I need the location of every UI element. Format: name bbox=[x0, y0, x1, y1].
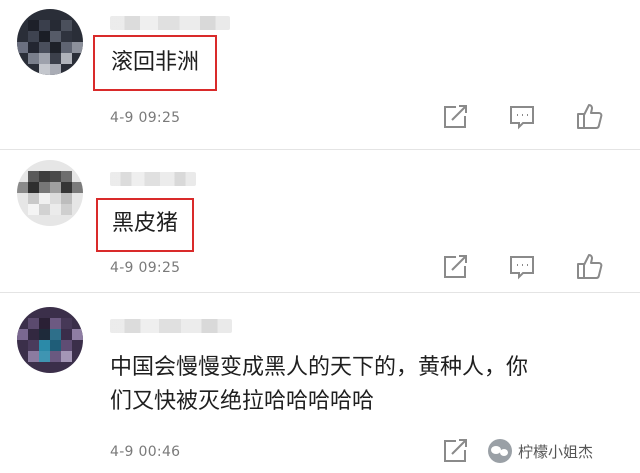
comment-text-line-1: 中国会慢慢变成黑人的天下的，黄种人，你 bbox=[110, 355, 529, 380]
comment-item: 黑皮猪 4-9 09:25 bbox=[0, 150, 640, 292]
share-icon[interactable] bbox=[440, 102, 470, 132]
like-icon[interactable] bbox=[575, 251, 605, 281]
comment-text: 黑皮猪 bbox=[96, 198, 195, 252]
comment-text-line-2: 们又快被灭绝拉哈哈哈哈哈 bbox=[110, 389, 375, 414]
avatar[interactable] bbox=[17, 160, 83, 226]
comment-text: 滚回非洲 bbox=[93, 35, 218, 91]
reply-icon[interactable] bbox=[507, 252, 537, 282]
share-icon[interactable] bbox=[440, 436, 470, 466]
avatar[interactable] bbox=[17, 307, 83, 373]
comment-item: 滚回非洲 4-9 09:25 bbox=[0, 0, 640, 150]
share-icon[interactable] bbox=[440, 252, 470, 282]
comment-timestamp: 4-9 00:46 bbox=[110, 444, 181, 460]
comment-timestamp: 4-9 09:25 bbox=[110, 110, 181, 126]
username[interactable] bbox=[110, 172, 196, 186]
watermark-text: 柠檬小姐杰 bbox=[518, 442, 594, 461]
wechat-logo-icon bbox=[488, 439, 512, 463]
reply-icon[interactable] bbox=[507, 102, 537, 132]
username[interactable] bbox=[110, 16, 230, 30]
username[interactable] bbox=[110, 319, 232, 333]
avatar[interactable] bbox=[17, 9, 83, 75]
comment-feed: 滚回非洲 4-9 09:25 黑皮猪 4-9 09:25 中国会慢慢变成黑人的天… bbox=[0, 0, 640, 473]
like-icon[interactable] bbox=[575, 101, 605, 131]
watermark: 柠檬小姐杰 bbox=[488, 436, 593, 466]
comment-timestamp: 4-9 09:25 bbox=[110, 260, 181, 276]
